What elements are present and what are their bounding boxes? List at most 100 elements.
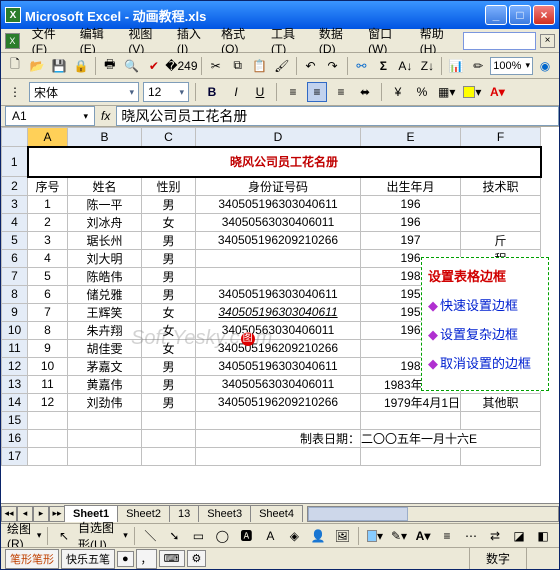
row-header[interactable]: 15 xyxy=(2,411,28,429)
popup-item-complex[interactable]: 设置复杂边框 xyxy=(428,324,542,343)
cell[interactable]: 刘劲伟 xyxy=(68,393,142,411)
cell[interactable]: 男 xyxy=(142,249,196,267)
cell[interactable] xyxy=(28,429,68,447)
tab-sheet2[interactable]: Sheet2 xyxy=(117,505,170,522)
cell[interactable]: 34050563030406011 xyxy=(196,213,361,231)
fontsize-combo[interactable]: 12▾ xyxy=(143,82,189,102)
cell[interactable]: 胡佳雯 xyxy=(68,339,142,357)
cell[interactable] xyxy=(142,411,196,429)
rectangle-icon[interactable]: ▭ xyxy=(188,526,208,546)
copy-icon[interactable]: ⧉ xyxy=(228,56,248,76)
formula-input[interactable]: 晓风公司员工花名册 xyxy=(116,106,559,126)
cell[interactable]: 朱卉翔 xyxy=(68,321,142,339)
row-header[interactable]: 17 xyxy=(2,447,28,465)
diagram-icon[interactable]: ◈ xyxy=(284,526,304,546)
cell[interactable]: 9 xyxy=(28,339,68,357)
cell[interactable]: 男 xyxy=(142,195,196,213)
row-header[interactable]: 9 xyxy=(2,303,28,321)
3d-icon[interactable]: ◧ xyxy=(533,526,553,546)
mdi-close-button[interactable]: × xyxy=(540,34,555,48)
cell[interactable]: 黄嘉伟 xyxy=(68,375,142,393)
print-icon[interactable]: 🖶 xyxy=(100,56,120,76)
cell[interactable]: 序号 xyxy=(28,177,68,196)
popup-item-remove[interactable]: 取消设置的边框 xyxy=(428,353,542,372)
cell[interactable]: 340505196303040611 xyxy=(196,195,361,213)
row-header[interactable]: 10 xyxy=(2,321,28,339)
ime-punct-icon[interactable]: ， xyxy=(136,549,157,569)
cell[interactable]: 340505196209210266 xyxy=(196,393,361,411)
cell[interactable]: 女 xyxy=(142,339,196,357)
col-header-E[interactable]: E xyxy=(361,128,461,147)
cell[interactable]: 11 xyxy=(28,375,68,393)
cell[interactable] xyxy=(28,447,68,465)
cell[interactable] xyxy=(142,447,196,465)
cell[interactable]: 34050563030406011 xyxy=(196,375,361,393)
ime-full-half-icon[interactable]: ● xyxy=(117,551,134,567)
cell[interactable] xyxy=(361,411,461,429)
new-icon[interactable]: 🗋 xyxy=(5,56,25,76)
cell[interactable]: 王辉笑 xyxy=(68,303,142,321)
fx-icon[interactable]: fx xyxy=(101,109,110,123)
cell[interactable]: 5 xyxy=(28,267,68,285)
col-header-A[interactable]: A xyxy=(28,128,68,147)
cell[interactable]: 刘冰舟 xyxy=(68,213,142,231)
cell[interactable] xyxy=(68,429,142,447)
cell[interactable]: 斤 xyxy=(461,231,541,249)
maximize-button[interactable]: □ xyxy=(509,5,531,25)
cell[interactable]: 二〇〇五年一月十六E xyxy=(361,429,541,447)
cell[interactable]: 8 xyxy=(28,321,68,339)
select-all-corner[interactable] xyxy=(2,128,28,147)
tab-last-icon[interactable]: ▸▸ xyxy=(49,506,65,522)
ask-question-box[interactable] xyxy=(463,32,536,50)
col-header-D[interactable]: D xyxy=(196,128,361,147)
cell[interactable]: 7 xyxy=(28,303,68,321)
horizontal-scrollbar[interactable] xyxy=(307,506,559,522)
zoom-combo[interactable]: 100%▾ xyxy=(490,57,533,75)
tab-sheet3[interactable]: Sheet3 xyxy=(198,505,251,522)
cell[interactable]: 340505196209210266 xyxy=(196,231,361,249)
autosum-icon[interactable]: Σ xyxy=(373,56,393,76)
title-cell[interactable]: 晓风公司员工花名册 xyxy=(28,147,541,177)
align-center-icon[interactable]: ≡ xyxy=(307,82,327,102)
spell-icon[interactable]: ✔ xyxy=(144,56,164,76)
tab-next-icon[interactable]: ▸ xyxy=(33,506,49,522)
open-icon[interactable]: 📂 xyxy=(27,56,47,76)
cell[interactable]: 女 xyxy=(142,321,196,339)
italic-icon[interactable]: I xyxy=(226,82,246,102)
ime-name[interactable]: 快乐五笔 xyxy=(61,549,115,569)
cell[interactable]: 身份证号码 xyxy=(196,177,361,196)
row-header[interactable]: 7 xyxy=(2,267,28,285)
cell[interactable]: 刘大明 xyxy=(68,249,142,267)
textbox-icon[interactable]: 🅰 xyxy=(236,526,256,546)
tab-13[interactable]: 13 xyxy=(169,505,199,522)
select-objects-icon[interactable]: ↖ xyxy=(54,526,74,546)
cell[interactable]: 34050563030406011 xyxy=(196,321,361,339)
cell[interactable]: 2 xyxy=(28,213,68,231)
cell[interactable] xyxy=(461,195,541,213)
cell[interactable]: 10 xyxy=(28,357,68,375)
cell[interactable]: 男 xyxy=(142,393,196,411)
currency-icon[interactable]: ¥ xyxy=(388,82,408,102)
fill-color-draw-icon[interactable]: ▾ xyxy=(365,526,385,546)
cell[interactable] xyxy=(196,267,361,285)
cell[interactable] xyxy=(68,447,142,465)
cell[interactable] xyxy=(461,411,541,429)
borders-icon[interactable]: ▦▾ xyxy=(436,82,457,102)
ime-brand-icon[interactable]: 笔形笔形 xyxy=(5,549,59,569)
col-header-F[interactable]: F xyxy=(461,128,541,147)
cell[interactable]: 技术职 xyxy=(461,177,541,196)
shadow-icon[interactable]: ◪ xyxy=(509,526,529,546)
cell[interactable] xyxy=(68,411,142,429)
cell[interactable]: 陈皓伟 xyxy=(68,267,142,285)
cell[interactable] xyxy=(361,447,461,465)
cell[interactable]: 男 xyxy=(142,267,196,285)
cut-icon[interactable]: ✂ xyxy=(206,56,226,76)
popup-item-quick[interactable]: 快速设置边框 xyxy=(428,295,542,314)
line-icon[interactable]: ＼ xyxy=(140,526,160,546)
cell[interactable]: 1 xyxy=(28,195,68,213)
bold-icon[interactable]: B xyxy=(202,82,222,102)
cell[interactable]: 340505196209210266 xyxy=(196,339,361,357)
toolbar-grip-icon[interactable]: ⋮ xyxy=(5,82,25,102)
font-combo[interactable]: 宋体▾ xyxy=(29,82,139,102)
help-icon[interactable]: ◉ xyxy=(535,56,555,76)
